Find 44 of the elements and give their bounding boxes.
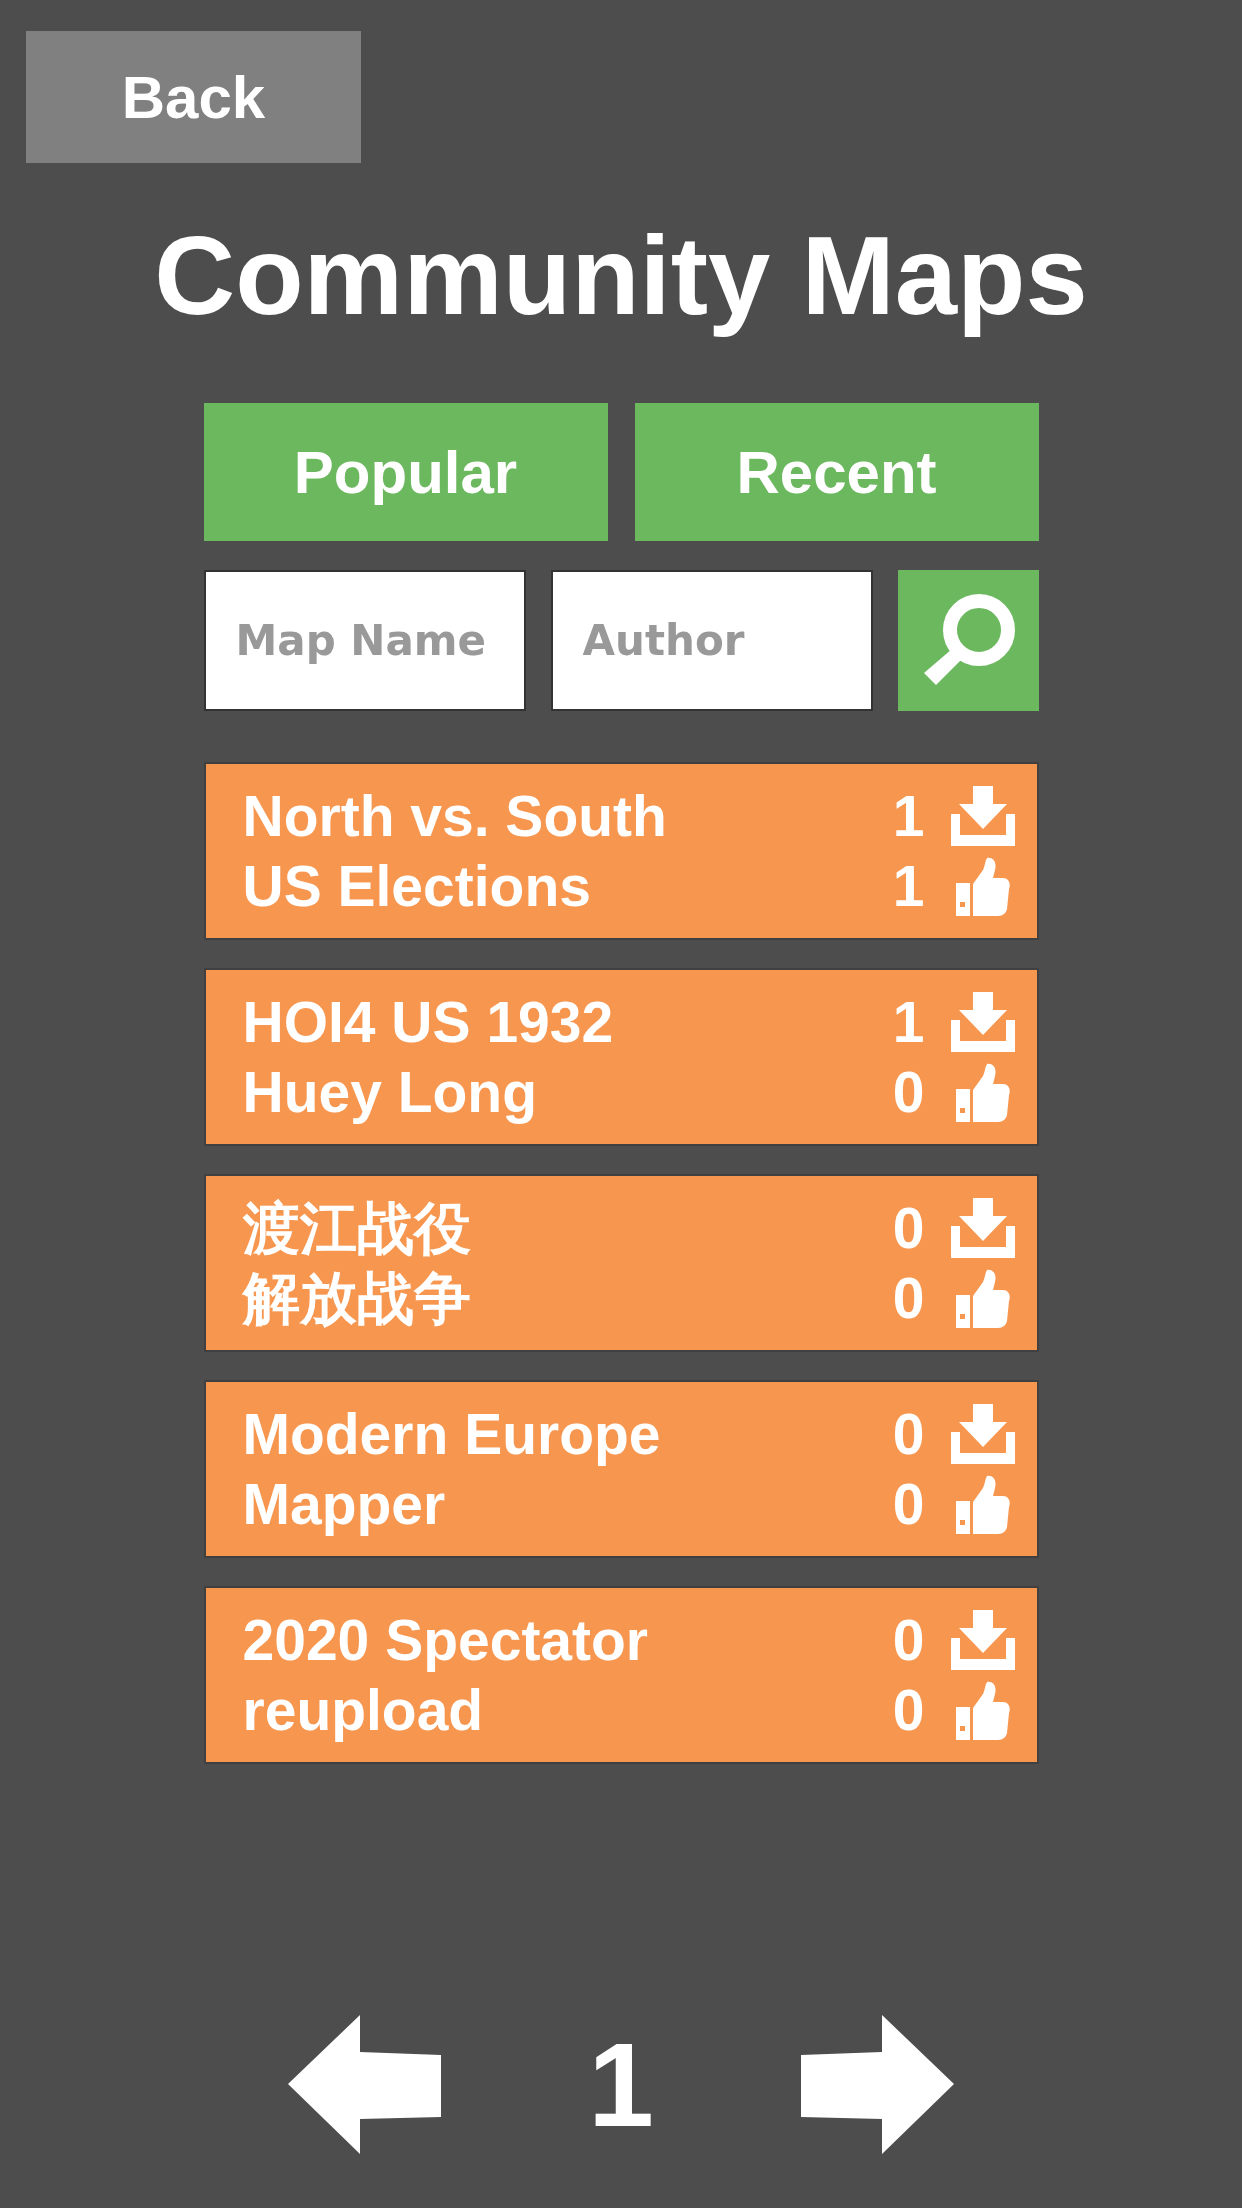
map-card[interactable]: Modern Europe Mapper 0 0 [203, 1380, 1039, 1558]
download-count: 1 [892, 993, 925, 1051]
download-count: 1 [892, 787, 925, 845]
left-arrow-icon[interactable] [288, 2015, 441, 2154]
thumbs-up-icon [955, 1474, 1010, 1534]
map-name-line: US Elections [242, 853, 591, 920]
map-card[interactable]: 2020 Spectator reupload 0 0 [203, 1586, 1039, 1764]
thumbs-up-icon [955, 856, 1010, 916]
like-count: 0 [892, 1269, 925, 1327]
page-number: 1 [588, 2025, 654, 2144]
back-button[interactable]: Back [26, 31, 361, 163]
like-count: 0 [892, 1681, 925, 1739]
map-name-line: 渡江战役 [242, 1195, 471, 1262]
map-name-line: HOI4 US 1932 [242, 989, 614, 1056]
map-card[interactable]: 渡江战役 解放战争 0 0 [203, 1174, 1039, 1352]
download-icon [950, 786, 1015, 846]
download-icon [950, 992, 1015, 1052]
thumbs-up-icon [955, 1268, 1010, 1328]
map-name-line: 解放战争 [242, 1265, 471, 1332]
thumbs-up-icon [955, 1062, 1010, 1122]
sort-button[interactable]: Popular [203, 403, 608, 541]
download-count: 0 [892, 1199, 925, 1257]
map-card[interactable]: North vs. South US Elections 1 1 [203, 762, 1039, 940]
download-icon [950, 1198, 1015, 1258]
map-name-line: Modern Europe [242, 1401, 661, 1468]
like-count: 0 [892, 1475, 925, 1533]
map-name-line: 2020 Spectator [242, 1607, 649, 1674]
search-field[interactable]: Map Name [203, 570, 526, 711]
like-count: 0 [892, 1063, 925, 1121]
sort-button[interactable]: Recent [634, 403, 1039, 541]
page-title: Community Maps [154, 212, 1088, 340]
download-count: 0 [892, 1405, 925, 1463]
map-name-line: North vs. South [242, 783, 667, 850]
map-name-line: reupload [242, 1677, 484, 1744]
map-name-line: Huey Long [242, 1059, 537, 1126]
thumbs-up-icon [955, 1680, 1010, 1740]
map-name-line: Mapper [242, 1471, 446, 1538]
download-icon [950, 1404, 1015, 1464]
search-field[interactable]: Author [550, 570, 873, 711]
map-card[interactable]: HOI4 US 1932 Huey Long 1 0 [203, 968, 1039, 1146]
like-count: 1 [892, 857, 925, 915]
download-count: 0 [892, 1611, 925, 1669]
right-arrow-icon[interactable] [801, 2015, 954, 2154]
download-icon [950, 1610, 1015, 1670]
